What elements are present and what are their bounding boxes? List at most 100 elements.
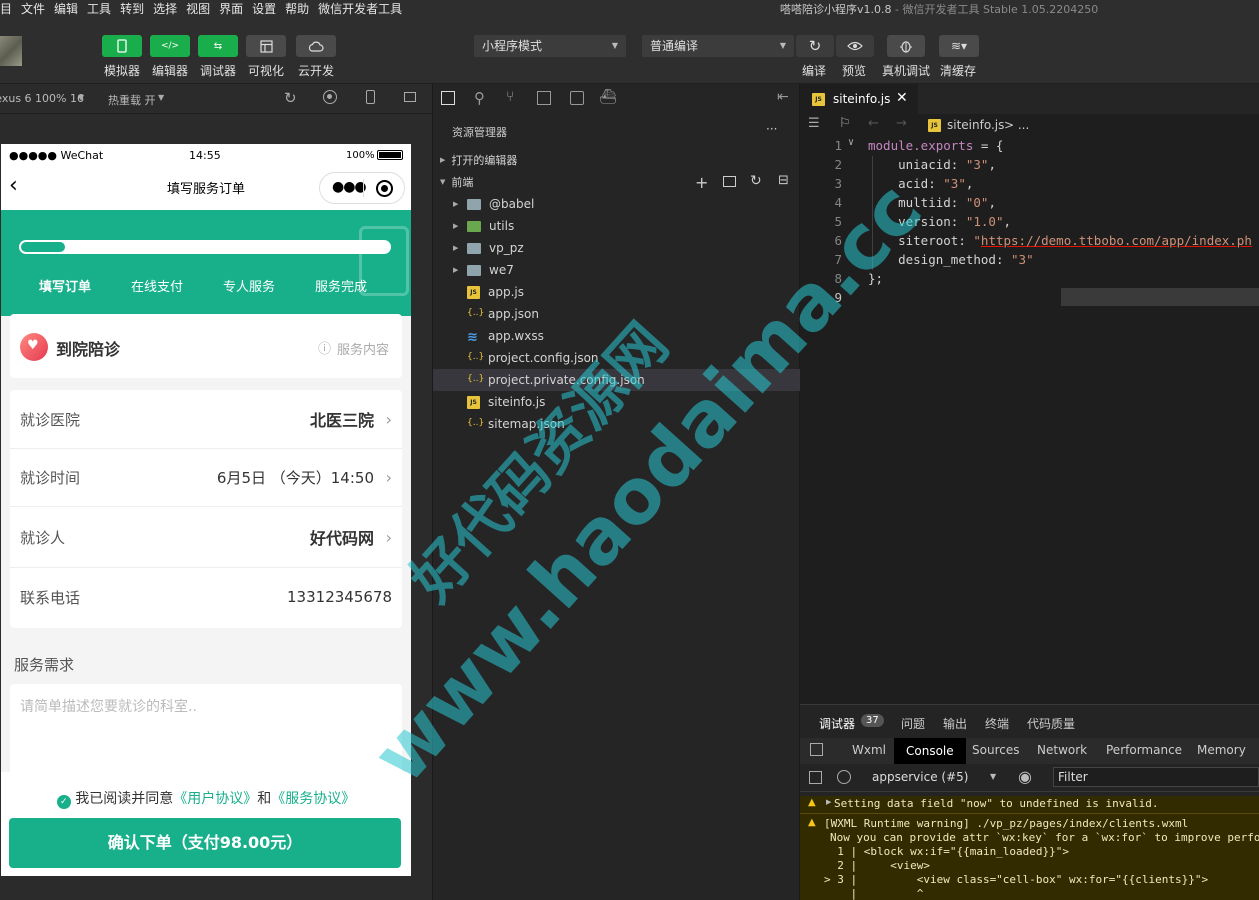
- editor-tab-siteinfo[interactable]: JS siteinfo.js ✕: [800, 84, 918, 114]
- phone-icon[interactable]: [366, 90, 375, 104]
- expand-caret-icon[interactable]: ▶: [826, 798, 831, 806]
- stop-icon[interactable]: [323, 90, 337, 104]
- tab-output[interactable]: 输出: [943, 715, 967, 732]
- source-control-icon[interactable]: ⑂: [506, 89, 514, 105]
- file-tree-item[interactable]: {..} sitemap.json: [433, 413, 801, 435]
- menu-view[interactable]: 视图: [186, 0, 210, 17]
- file-tree-item[interactable]: ≋ app.wxss: [433, 325, 801, 347]
- service-agreement-link[interactable]: 《服务协议》: [271, 791, 355, 807]
- menu-interface[interactable]: 界面: [219, 0, 243, 17]
- search-icon[interactable]: ⚲: [474, 89, 485, 107]
- more-icon[interactable]: ●●●: [332, 179, 367, 195]
- storage-icon[interactable]: [570, 91, 584, 105]
- back-arrow-icon[interactable]: ←: [868, 116, 879, 131]
- heart-icon: ♥: [20, 333, 48, 361]
- file-tree-item[interactable]: {..} project.private.config.json: [433, 369, 801, 391]
- chevron-right-icon: ›: [385, 409, 392, 429]
- debugger-button[interactable]: ⇆: [198, 35, 238, 57]
- explorer-more-button[interactable]: ···: [766, 122, 777, 136]
- file-tree-item[interactable]: ▶ utils: [433, 215, 801, 237]
- context-select[interactable]: appservice (#5): [872, 770, 968, 784]
- phone-number-row[interactable]: 联系电话 13312345678: [10, 568, 402, 626]
- visit-time-row[interactable]: 就诊时间 6月5日 （今天）14:50 ›: [10, 449, 402, 507]
- bookmark-icon[interactable]: ⚐: [839, 116, 851, 131]
- extensions-icon[interactable]: [537, 91, 551, 105]
- inspect-icon[interactable]: [810, 743, 823, 756]
- editor-scrollbar[interactable]: [1061, 288, 1259, 306]
- sidebar-toggle-icon[interactable]: [809, 771, 822, 784]
- file-tree-item[interactable]: ▶ vp_pz: [433, 237, 801, 259]
- new-folder-icon[interactable]: [723, 176, 736, 187]
- file-tree-item[interactable]: ▶ we7: [433, 259, 801, 281]
- breadcrumb-file[interactable]: siteinfo.js: [947, 118, 1004, 132]
- close-miniprogram-icon[interactable]: [376, 180, 393, 197]
- menu-settings[interactable]: 设置: [252, 0, 276, 17]
- tab-sources[interactable]: Sources: [972, 743, 1019, 757]
- preview-button[interactable]: [836, 35, 874, 57]
- file-tree-item[interactable]: {..} app.json: [433, 303, 801, 325]
- tab-memory[interactable]: Memory: [1197, 743, 1246, 757]
- docker-icon[interactable]: ⛴: [599, 89, 617, 105]
- tab-performance[interactable]: Performance: [1106, 743, 1182, 757]
- file-tree-item[interactable]: {..} project.config.json: [433, 347, 801, 369]
- patient-row[interactable]: 就诊人 好代码网 ›: [10, 507, 402, 568]
- visual-button[interactable]: [246, 35, 286, 57]
- collapse-all-icon[interactable]: ⊟: [778, 173, 789, 188]
- list-icon[interactable]: ☰: [808, 116, 820, 131]
- editor-button[interactable]: </>: [150, 35, 190, 57]
- menu-help[interactable]: 帮助: [285, 0, 309, 17]
- simulator-panel: ●●●●● WeChat 14:55 100% ‹ 填写服务订单 ●●● 填写订…: [0, 114, 432, 900]
- user-avatar[interactable]: [0, 36, 22, 66]
- mode-select[interactable]: 小程序模式 ▼: [474, 35, 626, 57]
- console-filter-input[interactable]: Filter: [1053, 767, 1259, 787]
- close-tab-icon[interactable]: ✕: [896, 90, 908, 106]
- service-need-textarea[interactable]: 请简单描述您要就诊的科室..: [10, 684, 402, 780]
- menu-goto[interactable]: 转到: [120, 0, 144, 17]
- user-agreement-link[interactable]: 《用户协议》: [173, 791, 257, 807]
- simulator-button[interactable]: [102, 35, 142, 57]
- hospital-row[interactable]: 就诊医院 北医三院 ›: [10, 390, 402, 449]
- tab-network[interactable]: Network: [1037, 743, 1087, 757]
- clear-console-icon[interactable]: [837, 770, 851, 784]
- new-file-icon[interactable]: +: [695, 173, 708, 192]
- menu-wechat-devtools[interactable]: 微信开发者工具: [318, 0, 402, 17]
- compile-select[interactable]: 普通编译 ▼: [642, 35, 794, 57]
- open-editors-section[interactable]: ▶ 打开的编辑器: [433, 149, 801, 171]
- file-tree-label: vp_pz: [489, 241, 524, 255]
- menu-project[interactable]: 项目: [0, 0, 12, 17]
- menu-select[interactable]: 选择: [153, 0, 177, 17]
- menu-file[interactable]: 文件: [21, 0, 45, 17]
- file-tree-item[interactable]: JS app.js: [433, 281, 801, 303]
- fold-chevron-icon[interactable]: ∨: [848, 137, 854, 148]
- file-tree-item[interactable]: JS siteinfo.js: [433, 391, 801, 413]
- tab-code-quality[interactable]: 代码质量: [1027, 715, 1075, 732]
- device-select[interactable]: Nexus 6 100% 16: [0, 92, 84, 105]
- files-icon[interactable]: [441, 91, 455, 105]
- file-tree-item[interactable]: ▶ @babel: [433, 193, 801, 215]
- hot-reload-select[interactable]: 热重载 开: [108, 92, 156, 108]
- menu-edit[interactable]: 编辑: [54, 0, 78, 17]
- tab-issues[interactable]: 问题: [901, 715, 925, 732]
- cloud-button[interactable]: [296, 35, 336, 57]
- service-content-link[interactable]: 服务内容: [337, 339, 389, 358]
- rotate-icon[interactable]: ↻: [284, 89, 297, 107]
- real-debug-button[interactable]: [887, 35, 925, 57]
- collapse-panel-icon[interactable]: ⇤: [777, 89, 789, 105]
- tab-debugger[interactable]: 调试器: [819, 715, 855, 732]
- compile-button[interactable]: ↻: [796, 35, 834, 57]
- submit-order-button[interactable]: 确认下单（支付98.00元）: [9, 818, 401, 868]
- tab-wxml[interactable]: Wxml: [852, 743, 886, 757]
- menu-tools[interactable]: 工具: [87, 0, 111, 17]
- forward-arrow-icon[interactable]: →: [896, 116, 907, 131]
- tab-console[interactable]: Console: [894, 738, 966, 764]
- check-icon[interactable]: ✓: [56, 795, 71, 809]
- tab-terminal[interactable]: 终端: [985, 715, 1009, 732]
- window-icon[interactable]: [404, 92, 416, 102]
- code-url[interactable]: https://demo.ttbobo.com/app/index.ph: [981, 233, 1252, 248]
- refresh-icon[interactable]: ↻: [750, 173, 762, 189]
- clear-cache-button[interactable]: ≋▾: [939, 35, 979, 57]
- filter-placeholder: Filter: [1058, 770, 1088, 784]
- eye-icon[interactable]: ◉: [1018, 767, 1032, 786]
- breadcrumb-more[interactable]: > ...: [1004, 118, 1029, 132]
- root-folder-section[interactable]: ▼ 前端 + ↻ ⊟: [433, 171, 801, 193]
